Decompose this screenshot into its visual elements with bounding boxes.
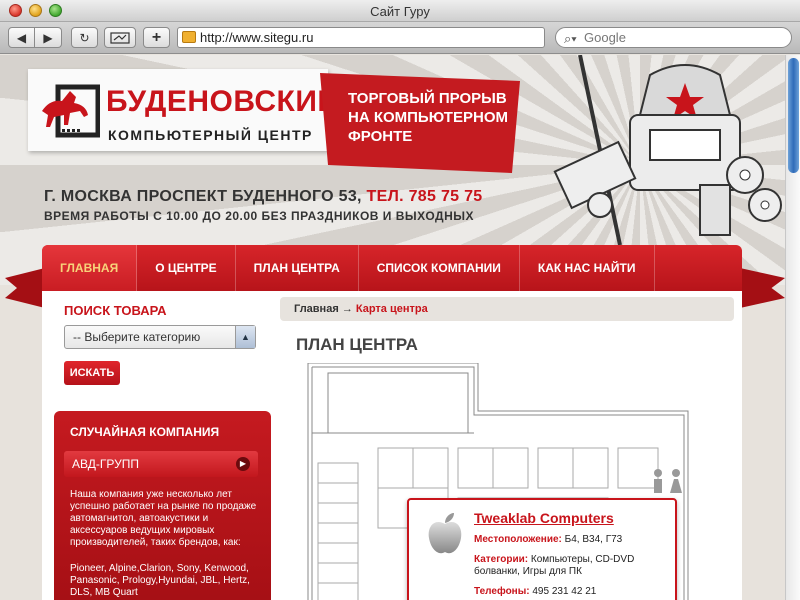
slogan-text: ТОРГОВЫЙ ПРОРЫВ НА КОМПЬЮТЕРНОМ ФРОНТЕ [348,89,508,146]
horse-rider-icon [42,84,100,138]
popup-phone-value: 495 231 42 21 [532,586,597,597]
main-navigation: ГЛАВНАЯ О ЦЕНТРЕ ПЛАН ЦЕНТРА СПИСОК КОМП… [42,245,742,291]
random-company-brands: Pioneer, Alpine,Clarion, Sony, Kenwood, … [70,563,250,598]
page-title: ПЛАН ЦЕНТРА [296,335,418,354]
scrollbar-thumb[interactable] [788,58,799,173]
popup-phone: Телефоны: 495 231 42 21 [474,586,669,598]
slogan-banner: ТОРГОВЫЙ ПРОРЫВ НА КОМПЬЮТЕРНОМ ФРОНТЕ [320,73,520,173]
random-company-description: Наша компания уже несколько лет успешно … [70,489,257,548]
back-arrow-icon: ◀ [16,30,27,45]
logo-subtitle: КОМПЬЮТЕРНЫЙ ЦЕНТР [108,127,313,143]
address-line: Г. МОСКВА ПРОСПЕКТ БУДЕННОГО 53, ТЕЛ. 78… [44,188,483,206]
popup-phone-label: Телефоны: [474,586,530,597]
snapback-icon [110,31,130,44]
random-company-name: АВД-ГРУПП [72,457,139,471]
restroom-icon [654,469,682,493]
forward-button[interactable]: ▶ [35,27,62,48]
reload-button[interactable]: ↻ [71,27,98,48]
web-page: БУДЕНОВСКИЙ КОМПЬЮТЕРНЫЙ ЦЕНТР ТОРГОВЫЙ … [0,55,785,600]
slogan-line-2: НА КОМПЬЮТЕРНОМ [348,109,508,126]
reload-icon: ↻ [79,30,90,45]
nav-item-home[interactable]: ГЛАВНАЯ [42,245,138,291]
window-title: Сайт Гуру [370,4,430,19]
slogan-line-3: ФРОНТЕ [348,128,413,145]
random-company-panel: СЛУЧАЙНАЯ КОМПАНИЯ АВД-ГРУПП ▶ Наша комп… [54,411,271,600]
product-search-title: ПОИСК ТОВАРА [64,303,167,318]
search-button[interactable]: ИСКАТЬ [64,361,120,385]
search-placeholder: Google [584,30,626,45]
site-logo[interactable]: БУДЕНОВСКИЙ КОМПЬЮТЕРНЫЙ ЦЕНТР [28,69,339,151]
category-select-value: -- Выберите категорию [73,330,201,344]
nav-item-companies[interactable]: СПИСОК КОМПАНИИ [359,245,520,291]
forward-arrow-icon: ▶ [43,30,53,45]
working-hours: ВРЕМЯ РАБОТЫ С 10.00 ДО 20.00 БЕЗ ПРАЗДН… [44,209,475,223]
category-select[interactable]: -- Выберите категорию ▲ [64,325,256,349]
popup-location-value: Б4, В34, Г73 [564,534,623,545]
logo-name: БУДЕНОВСКИЙ [106,85,340,118]
url-text: http://www.sitegu.ru [200,30,314,45]
popup-location-label: Местоположение: [474,534,562,545]
content-area: ПОИСК ТОВАРА -- Выберите категорию ▲ ИСК… [42,291,742,600]
slogan-line-1: ТОРГОВЫЙ ПРОРЫВ [348,90,507,107]
breadcrumb: Главная → Карта центра [280,297,734,321]
nav-item-directions[interactable]: КАК НАС НАЙТИ [520,245,655,291]
random-company-link[interactable]: АВД-ГРУПП ▶ [64,451,258,477]
add-bookmark-button[interactable]: + [143,27,170,48]
chevron-down-icon[interactable]: ▲ [235,326,255,348]
popup-categories-label: Категории: [474,554,529,565]
nav-item-about[interactable]: О ЦЕНТРЕ [137,245,236,291]
popup-categories: Категории: Компьютеры, CD-DVD болванки, … [474,554,669,578]
search-field[interactable]: ⌕▾ Google [555,27,792,48]
company-popup[interactable]: Tweaklab Computers Местоположение: Б4, В… [407,498,677,600]
window-titlebar: Сайт Гуру [0,0,800,22]
back-button[interactable]: ◀ [8,27,35,48]
breadcrumb-home-link[interactable]: Главная [294,303,339,315]
search-icon: ⌕▾ [564,31,577,46]
vertical-scrollbar[interactable] [785,55,800,600]
breadcrumb-current[interactable]: Карта центра [356,303,428,315]
arrow-right-icon[interactable]: ▶ [236,457,250,471]
nav-item-plan[interactable]: ПЛАН ЦЕНТРА [236,245,359,291]
popup-location: Местоположение: Б4, В34, Г73 [474,534,669,546]
browser-toolbar: ◀ ▶ ↻ + http://www.sitegu.ru ⌕▾ Google [0,22,800,54]
apple-logo-icon [428,513,462,554]
random-company-title: СЛУЧАЙНАЯ КОМПАНИЯ [70,425,220,439]
breadcrumb-separator: → [341,303,353,315]
robot-soldier-illustration [553,55,782,246]
address-text: Г. МОСКВА ПРОСПЕКТ БУДЕННОГО 53, [44,188,362,205]
snapback-button[interactable] [104,27,136,48]
folder-favicon-icon [182,31,196,43]
phone-text: ТЕЛ. 785 75 75 [366,188,483,205]
popup-company-name[interactable]: Tweaklab Computers [474,510,614,526]
address-bar[interactable]: http://www.sitegu.ru [177,27,545,48]
